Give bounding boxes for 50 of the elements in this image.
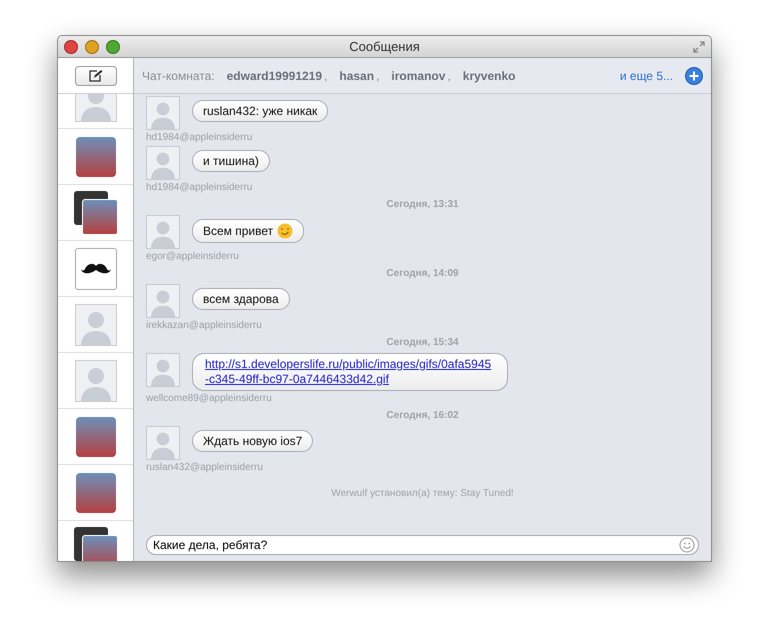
comma: ,	[376, 68, 380, 82]
minimize-button[interactable]	[85, 40, 99, 54]
smiley-icon	[277, 223, 294, 239]
participant-name[interactable]: kryvenko	[462, 68, 516, 82]
sender-name: ruslan432@appleinsiderru	[146, 462, 264, 473]
sender-name: hd1984@appleinsiderru	[146, 182, 254, 193]
sender-name: irekkazan@appleinsiderru	[146, 320, 263, 331]
message-input[interactable]: Какие дела, ребята?	[146, 535, 699, 555]
chat-room-label: Чат-комната:	[142, 68, 215, 82]
sender-name: wellcome89@appleinsiderru	[146, 393, 273, 404]
timestamp: Сегодня, 13:31	[385, 199, 460, 210]
mustache-avatar[interactable]	[74, 248, 116, 290]
compose-button[interactable]	[74, 66, 116, 86]
fullscreen-icon[interactable]	[693, 40, 705, 52]
photo-placeholder[interactable]	[76, 136, 116, 176]
close-button[interactable]	[64, 40, 78, 54]
more-participants-link[interactable]: и еще 5...	[620, 68, 673, 82]
zoom-button[interactable]	[106, 40, 120, 54]
smiley-icon[interactable]	[679, 537, 695, 553]
timestamp: Сегодня, 14:09	[385, 268, 460, 279]
photo-placeholder[interactable]	[76, 416, 116, 456]
person-silhouette-icon	[146, 353, 180, 387]
mustache-icon	[80, 262, 110, 274]
photo-placeholder[interactable]	[76, 472, 116, 512]
message-bubble: ruslan432: уже никак	[192, 100, 328, 122]
window-title: Сообщения	[348, 39, 421, 54]
person-silhouette-icon	[146, 146, 180, 180]
person-silhouette-icon	[146, 215, 180, 249]
compose-icon	[88, 70, 102, 82]
sender-name: hd1984@appleinsiderru	[146, 132, 254, 143]
timestamp: Сегодня, 16:02	[385, 410, 460, 421]
person-silhouette-icon	[146, 426, 180, 460]
message-bubble: и тишина)	[192, 150, 270, 172]
system-message: Werwulf установил(а) тему: Stay Tuned!	[330, 488, 515, 499]
person-silhouette-icon	[146, 284, 180, 318]
photo-stack-placeholder[interactable]	[74, 190, 118, 234]
person-silhouette-icon	[146, 96, 180, 130]
timestamp: Сегодня, 15:34	[385, 337, 460, 348]
participant-name[interactable]: edward19991219	[226, 68, 322, 82]
participant-name[interactable]: iromanov	[391, 68, 446, 82]
message-bubble: Ждать новую ios7	[192, 430, 314, 452]
photo-stack-placeholder[interactable]	[74, 526, 118, 561]
sender-name: egor@appleinsiderru	[146, 251, 240, 262]
add-icon[interactable]	[685, 66, 703, 84]
participant-name[interactable]: hasan	[339, 68, 374, 82]
comma: ,	[447, 68, 451, 82]
link[interactable]: http://s1.developerslife.ru/public/images/gifs/0afa5945-c345-49ff-bc97-0a7446433d42.gif	[205, 357, 495, 387]
comma: ,	[324, 68, 328, 82]
message-bubble: Всем привет	[192, 219, 304, 243]
message-bubble: всем здарова	[192, 288, 290, 310]
